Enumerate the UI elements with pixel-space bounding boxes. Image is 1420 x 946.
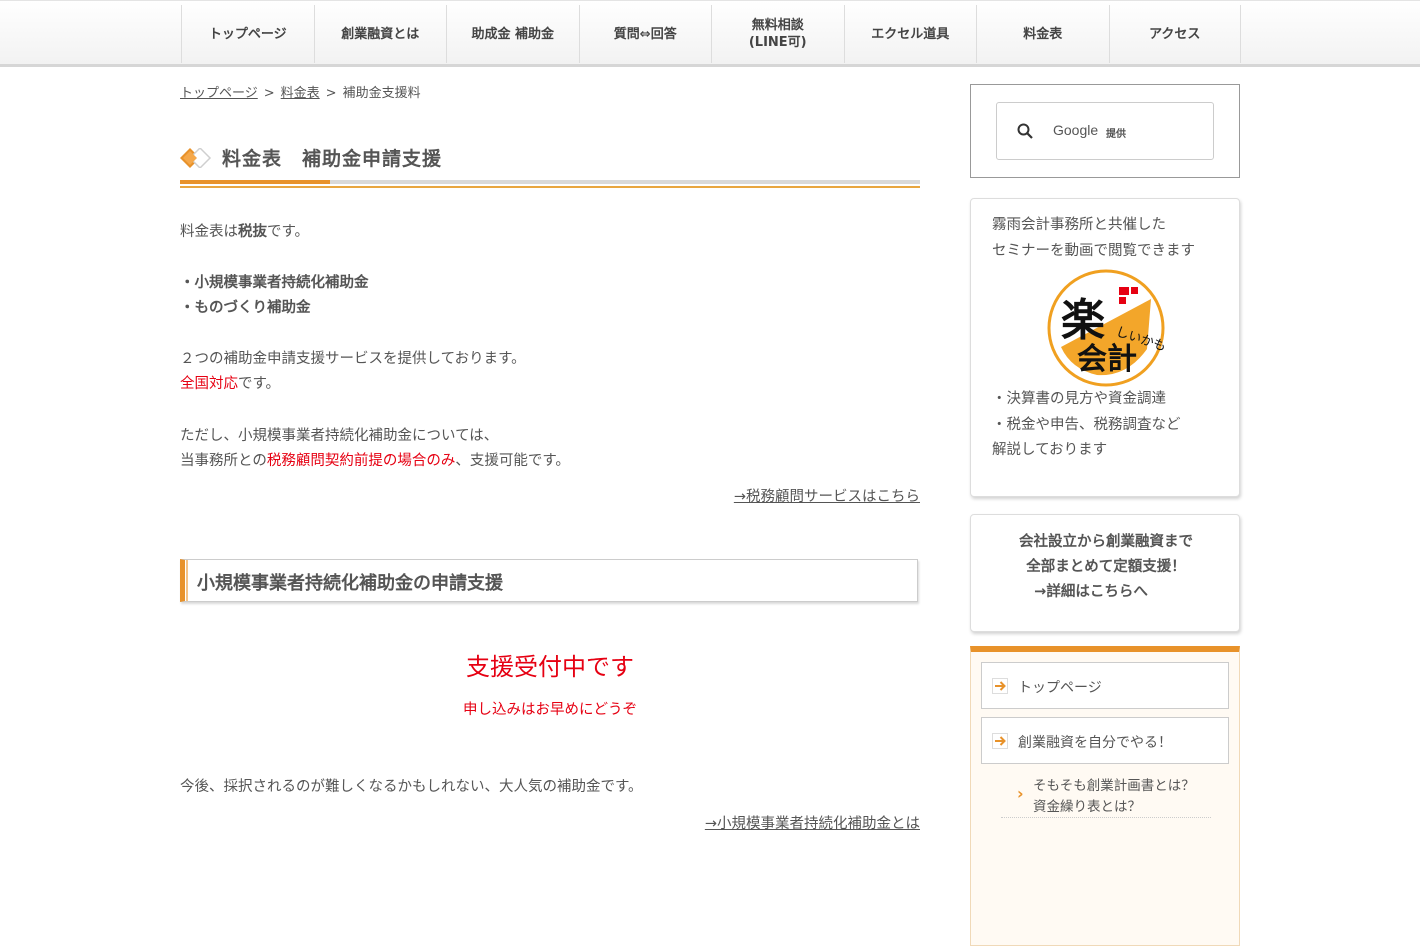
tax-note: 料金表は税抜です。	[180, 220, 309, 245]
google-brand: Google	[1053, 122, 1099, 138]
arrow-right-icon	[992, 733, 1008, 749]
nav-item-subsidy[interactable]: 助成金 補助金	[446, 5, 579, 63]
nav-label: トップページ	[208, 26, 287, 42]
search-widget: Google 提供	[970, 84, 1240, 178]
section-heading-accent	[186, 560, 188, 601]
search-icon	[1017, 123, 1033, 139]
nationwide-text: 全国対応です。	[180, 372, 280, 397]
heading-underline-thin	[180, 186, 920, 188]
seminar-logo[interactable]: 楽 しいかも 会計	[1047, 269, 1165, 387]
tax-note-prefix: 料金表は	[180, 224, 238, 240]
logo-big-char: 楽	[1061, 295, 1105, 346]
logo-bottom-text: 会計	[1077, 342, 1137, 377]
seminar-card[interactable]: 霧雨会計事務所と共催した セミナーを動画で閲覧できます 楽 しいかも 会計 ・決…	[970, 198, 1240, 497]
seminar-bullet-3: 解説しております	[992, 442, 1108, 458]
seminar-bullet-2: ・税金や申告、税務調査など	[992, 417, 1181, 433]
subsidy-about-link[interactable]: →小規模事業者持続化補助金とは	[705, 812, 920, 833]
nav-label: 助成金 補助金	[471, 26, 555, 42]
nav-label: 質問⇔回答	[613, 26, 677, 42]
condition-suffix: 、支援可能です。	[455, 453, 570, 469]
nationwide-highlight: 全国対応	[180, 376, 238, 392]
breadcrumb-separator: >	[263, 86, 275, 101]
subsidy-item-2: ・ものづくり補助金	[180, 300, 311, 316]
breadcrumb-fees-link[interactable]: 料金表	[281, 86, 320, 101]
chevron-right-icon: ›	[1017, 784, 1024, 803]
nav-label: エクセル道具	[871, 26, 950, 42]
seminar-line-2: セミナーを動画で閲覧できます	[992, 243, 1195, 259]
tax-advisory-link[interactable]: →税務顧問サービスはこちら	[734, 485, 920, 506]
diamond-icon	[180, 148, 212, 168]
sidebar-item-label: 創業融資を自分でやる！	[1018, 735, 1172, 751]
nav-item-free-consult[interactable]: 無料相談 (LINE可)	[711, 5, 844, 63]
breadcrumb-current: 補助金支援料	[342, 86, 421, 101]
caveat-text: ただし、小規模事業者持続化補助金については、	[180, 428, 499, 444]
nav-item-excel-tools[interactable]: エクセル道具	[843, 5, 977, 63]
subsidy-item-1: ・小規模事業者持続化補助金	[180, 275, 369, 291]
breadcrumb-home-link[interactable]: トップページ	[180, 86, 258, 101]
condition-highlight: 税務顧問契約前提の場合のみ	[266, 453, 456, 469]
section-title: 小規模事業者持続化補助金の申請支援	[197, 573, 503, 594]
page-heading: 料金表 補助金申請支援	[180, 140, 920, 188]
nav-item-fees[interactable]: 料金表	[976, 5, 1109, 63]
nav-menu: トップページ 創業融資とは 助成金 補助金 質問⇔回答 無料相談 (LINE可)…	[181, 5, 1241, 63]
status-subtext: 申し込みはお早めにどうぞ	[463, 702, 637, 718]
section-heading: 小規模事業者持続化補助金の申請支援	[180, 559, 918, 602]
sidebar-item-startup-loan[interactable]: 創業融資を自分でやる！	[981, 717, 1229, 764]
seminar-bullet-1: ・決算書の見方や資金調達	[992, 391, 1166, 407]
nav-label: 料金表	[1023, 26, 1063, 42]
promo-card[interactable]: 会社設立から創業融資まで 全部まとめて定額支援！ →詳細はこちらへ	[970, 514, 1240, 632]
popular-text: 今後、採択されるのが難しくなるかもしれない、大人気の補助金です。	[180, 779, 643, 795]
sidebar-item-label: トップページ	[1018, 680, 1102, 696]
subitem-label-2: 資金繰り表とは？	[1033, 799, 1141, 815]
services-text: ２つの補助金申請支援サービスを提供しております。	[180, 351, 526, 367]
nav-item-startup-loan[interactable]: 創業融資とは	[313, 5, 447, 63]
search-input[interactable]: Google 提供	[996, 102, 1214, 160]
nav-item-top[interactable]: トップページ	[181, 5, 314, 63]
sidebar-item-top[interactable]: トップページ	[981, 662, 1229, 709]
promo-link[interactable]: →詳細はこちらへ	[956, 580, 1226, 605]
page-title: 料金表 補助金申請支援	[222, 148, 443, 170]
tax-note-suffix: です。	[267, 224, 310, 240]
heading-underline-accent	[180, 180, 330, 184]
nationwide-suffix: です。	[238, 376, 281, 392]
nav-item-faq[interactable]: 質問⇔回答	[578, 5, 712, 63]
breadcrumb: トップページ > 料金表 > 補助金支援料	[180, 82, 421, 101]
sidebar-subitem-business-plan[interactable]: › そもそも創業計画書とは？ 資金繰り表とは？	[1001, 776, 1211, 818]
status-headline: 支援受付中です	[466, 653, 634, 681]
arrow-right-icon	[992, 678, 1008, 694]
seminar-line-1: 霧雨会計事務所と共催した	[992, 217, 1166, 233]
nav-label: 創業融資とは	[341, 26, 420, 42]
nav-label: 無料相談 (LINE可)	[748, 18, 807, 50]
sidebar-menu: トップページ 創業融資を自分でやる！ › そもそも創業計画書とは？ 資金繰り表と…	[970, 646, 1240, 946]
tax-note-bold: 税抜	[238, 224, 267, 240]
global-navbar: トップページ 創業融資とは 助成金 補助金 質問⇔回答 無料相談 (LINE可)…	[0, 0, 1420, 67]
nav-item-access[interactable]: アクセス	[1108, 5, 1241, 63]
promo-line-1: 会社設立から創業融資まで	[1019, 534, 1193, 550]
condition-text: 当事務所との税務顧問契約前提の場合のみ、支援可能です。	[180, 449, 570, 474]
breadcrumb-separator: >	[325, 86, 337, 101]
promo-line-2: 全部まとめて定額支援！	[1026, 559, 1186, 575]
search-provided-label: 提供	[1106, 129, 1126, 140]
condition-prefix: 当事務所との	[180, 453, 267, 469]
nav-label: アクセス	[1149, 26, 1201, 42]
subitem-label-1: そもそも創業計画書とは？	[1033, 778, 1195, 794]
